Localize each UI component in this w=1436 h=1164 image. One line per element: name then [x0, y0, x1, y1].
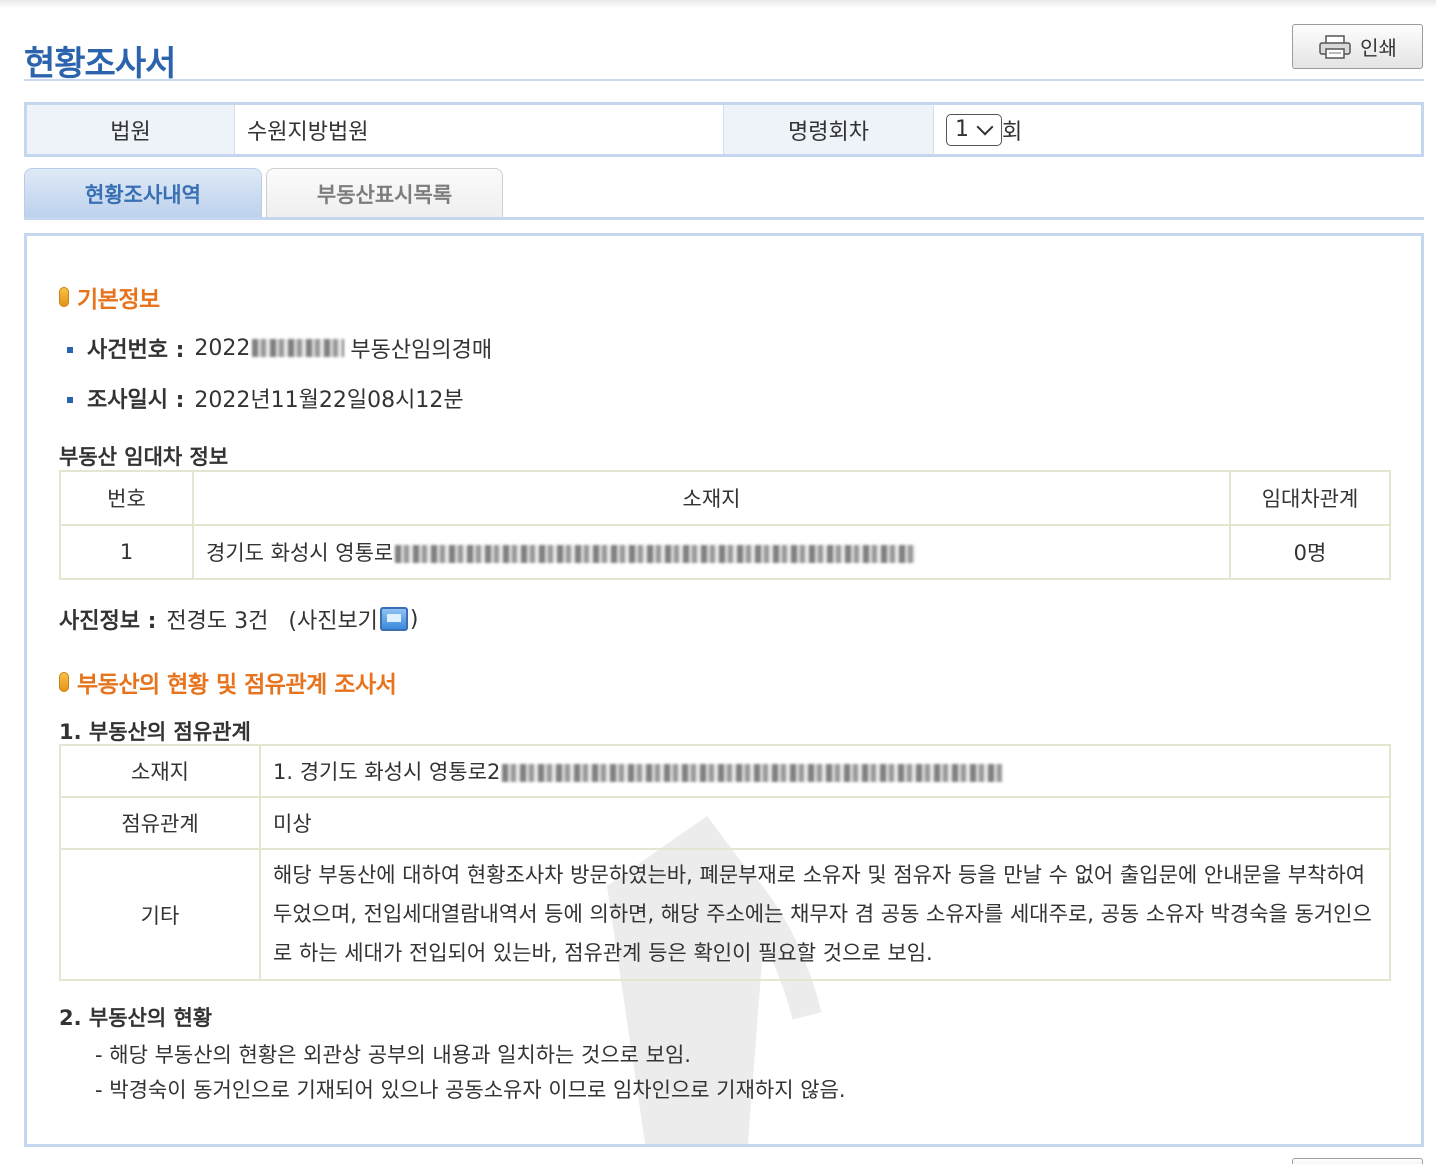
lease-info-table: 번호 소재지 임대차관계 1 경기도 화성시 영통로 0명 — [59, 470, 1391, 580]
case-number-label: 사건번호 : — [87, 338, 185, 363]
square-bullet-icon — [67, 397, 73, 403]
redacted-address — [395, 545, 916, 563]
orange-pill-icon — [59, 287, 69, 307]
tab-divider — [24, 217, 1424, 220]
title-divider — [24, 79, 1424, 81]
redacted-address — [502, 764, 1003, 782]
order-label: 명령회차 — [723, 105, 933, 154]
court-value: 수원지방법원 — [234, 105, 723, 154]
row-label: 소재지 — [59, 744, 261, 798]
page-title: 현황조사서 — [24, 44, 176, 84]
status-heading: 2. 부동산의 현황 — [59, 1006, 213, 1030]
row-relation: 0명 — [1229, 524, 1391, 580]
row-label: 점유관계 — [59, 796, 261, 850]
order-suffix: 회 — [1002, 119, 1023, 145]
photo-view-close: ) — [409, 606, 419, 632]
occupancy-heading: 1. 부동산의 점유관계 — [59, 720, 251, 744]
row-value-cell: 1. 경기도 화성시 영통로2 — [259, 744, 1391, 798]
lease-info-heading: 부동산 임대차 정보 — [59, 445, 229, 469]
occupancy-address: 1. 경기도 화성시 영통로2 — [273, 760, 501, 784]
photo-info-label: 사진정보 : — [59, 609, 157, 634]
row-address: 경기도 화성시 영통로 — [206, 541, 394, 565]
order-select[interactable]: 1 — [946, 113, 1002, 146]
photo-view-open: (사진보기 — [288, 609, 378, 634]
orange-pill-icon — [59, 672, 69, 692]
case-type: 부동산임의경매 — [350, 338, 493, 363]
chevron-down-icon — [976, 118, 994, 135]
table-row: 1 경기도 화성시 영통로 0명 — [59, 524, 1391, 580]
survey-panel: 기본정보 사건번호 : 2022 부동산임의경매 조사일시 : 2022년11월… — [24, 233, 1424, 1147]
photo-info-value: 전경도 3건 — [166, 609, 269, 634]
status-section-heading: 부동산의 현황 및 점유관계 조사서 — [59, 665, 397, 699]
column-header: 임대차관계 — [1229, 470, 1391, 526]
column-header: 소재지 — [192, 470, 1231, 526]
order-cell: 1 회 — [933, 105, 1424, 154]
column-header: 번호 — [59, 470, 194, 526]
row-label: 기타 — [59, 848, 261, 981]
tab-status-survey[interactable]: 현황조사내역 — [24, 168, 262, 219]
occupancy-other: 해당 부동산에 대하여 현황조사차 방문하였는바, 폐문부재로 소유자 및 점유… — [259, 848, 1391, 981]
order-select-value: 1 — [955, 117, 969, 142]
print-label: 인쇄 — [1360, 36, 1397, 60]
redacted-case-number — [252, 339, 345, 357]
survey-date-value: 2022년11월22일08시12분 — [194, 388, 464, 413]
case-number-prefix: 2022 — [194, 335, 251, 361]
bottom-print-button[interactable] — [1292, 1158, 1423, 1164]
basic-info-heading: 기본정보 — [59, 280, 160, 314]
status-note: - 해당 부동산의 현황은 외관상 공부의 내용과 일치하는 것으로 보임. — [95, 1043, 691, 1067]
tab-property-list[interactable]: 부동산표시목록 — [266, 168, 503, 219]
printer-icon — [1319, 34, 1351, 59]
top-shadow — [0, 0, 1436, 8]
basic-info-heading-text: 기본정보 — [77, 287, 160, 313]
survey-date-row: 조사일시 : 2022년11월22일08시12분 — [67, 382, 464, 414]
survey-date-label: 조사일시 : — [87, 388, 185, 413]
print-button[interactable]: 인쇄 — [1292, 24, 1423, 69]
case-number-row: 사건번호 : 2022 부동산임의경매 — [67, 332, 492, 364]
table-row: 점유관계 미상 — [59, 796, 1391, 850]
photo-view-icon[interactable] — [379, 607, 408, 631]
table-row: 소재지 1. 경기도 화성시 영통로2 — [59, 744, 1391, 798]
square-bullet-icon — [67, 347, 73, 353]
status-section-heading-text: 부동산의 현황 및 점유관계 조사서 — [77, 672, 397, 698]
occupancy-relation: 미상 — [259, 796, 1391, 850]
court-info-bar: 법원 수원지방법원 명령회차 1 회 — [24, 102, 1424, 157]
table-row: 기타 해당 부동산에 대하여 현황조사차 방문하였는바, 폐문부재로 소유자 및… — [59, 848, 1391, 981]
court-label: 법원 — [24, 105, 234, 154]
occupancy-table: 소재지 1. 경기도 화성시 영통로2 점유관계 미상 기타 해당 부동산에 대… — [59, 744, 1391, 981]
row-address-cell: 경기도 화성시 영통로 — [192, 524, 1231, 580]
status-note: - 박경숙이 동거인으로 기재되어 있으나 공동소유자 이므로 임차인으로 기재… — [95, 1078, 846, 1102]
row-number: 1 — [59, 524, 194, 580]
photo-info-row: 사진정보 : 전경도 3건 (사진보기 ) — [59, 603, 419, 635]
table-header-row: 번호 소재지 임대차관계 — [59, 470, 1391, 526]
